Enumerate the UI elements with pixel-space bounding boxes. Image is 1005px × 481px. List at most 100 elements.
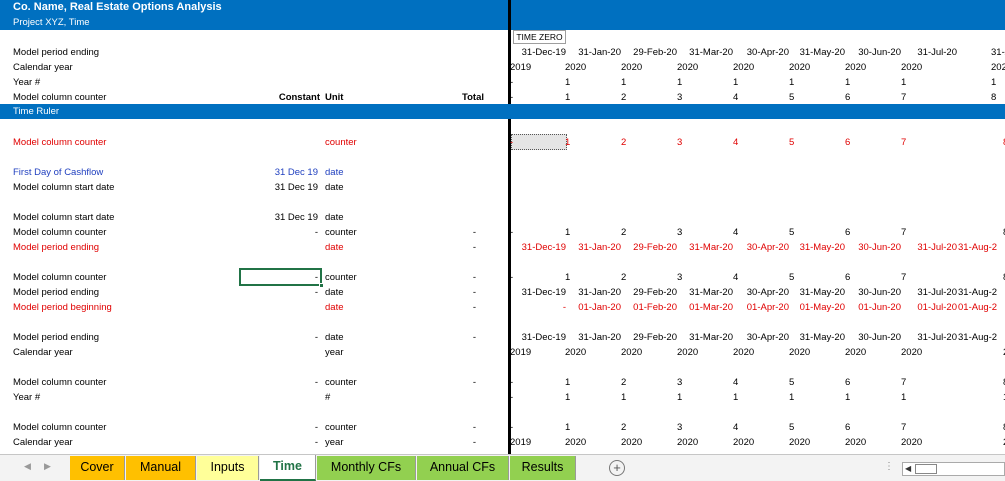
- project-subtitle: Project XYZ, Time: [13, 17, 90, 28]
- period-cell: 2019: [510, 437, 532, 448]
- period-cell: 31-Aug-2: [991, 47, 1005, 58]
- ellipsis-icon[interactable]: ⋮: [884, 461, 894, 472]
- period-cell: 29-Feb-20: [633, 332, 677, 343]
- period-cell: -: [562, 302, 566, 313]
- period-cell: 01-Jul-20: [917, 302, 957, 313]
- active-cell-selection[interactable]: [239, 268, 324, 288]
- period-cell: 7: [901, 92, 907, 103]
- period-cell: 01-May-20: [799, 302, 845, 313]
- period-cell: 5: [789, 92, 795, 103]
- unit-cell: #: [325, 392, 331, 403]
- unit-cell: date: [325, 212, 344, 223]
- period-cell: -: [510, 272, 514, 283]
- period-cell: 31-Jul-20: [917, 242, 957, 253]
- constant-cell: -: [314, 422, 318, 433]
- period-cell: 4: [733, 422, 739, 433]
- period-cell: 1: [565, 272, 571, 283]
- row-label: Model column counter: [13, 137, 107, 148]
- period-cell: 1: [565, 227, 571, 238]
- period-cell: 31-Mar-20: [689, 47, 733, 58]
- period-cell: 3: [677, 137, 683, 148]
- period-cell: 1: [901, 77, 907, 88]
- period-cell: 1: [565, 92, 571, 103]
- constant-cell: -: [314, 332, 318, 343]
- period-cell: 30-Apr-20: [746, 242, 789, 253]
- period-cell: 1: [733, 392, 739, 403]
- period-cell: 2: [621, 272, 627, 283]
- plus-circle-icon[interactable]: +: [609, 460, 625, 476]
- period-cell: 4: [733, 272, 739, 283]
- constant-cell: 31 Dec 19: [274, 167, 318, 178]
- period-cell: -: [510, 392, 514, 403]
- period-cell: 202: [957, 347, 1005, 358]
- period-cell: 31-Mar-20: [689, 332, 733, 343]
- period-cell: -: [510, 77, 514, 88]
- total-cell: -: [472, 227, 476, 238]
- period-cell: 01-Feb-20: [633, 302, 677, 313]
- scroll-thumb[interactable]: [915, 464, 937, 474]
- total-cell: -: [472, 302, 476, 313]
- period-cell: 3: [677, 227, 683, 238]
- period-cell: 2020: [733, 62, 755, 73]
- tab-cover[interactable]: Cover: [70, 456, 125, 480]
- period-cell: -: [510, 377, 514, 388]
- unit-column-header: Unit: [325, 92, 344, 103]
- period-cell: 30-Apr-20: [746, 47, 789, 58]
- row-label: Model period ending: [13, 332, 100, 343]
- total-cell: -: [472, 272, 476, 283]
- period-cell: 6: [845, 422, 851, 433]
- row-label: Model column counter: [13, 227, 107, 238]
- period-cell: 2020: [789, 437, 811, 448]
- period-cell: 3: [677, 422, 683, 433]
- period-cell: 6: [845, 92, 851, 103]
- period-cell: 1: [565, 377, 571, 388]
- period-cell: 31-Jan-20: [578, 287, 621, 298]
- tab-results[interactable]: Results: [510, 456, 576, 480]
- total-cell: -: [472, 437, 476, 448]
- period-cell: 01-Aug-2: [958, 302, 998, 313]
- period-cell: 1: [565, 422, 571, 433]
- period-cell: 8: [957, 227, 1005, 238]
- total-column-header: Total: [462, 92, 484, 103]
- period-cell: 1: [789, 392, 795, 403]
- period-cell: 2020: [845, 437, 867, 448]
- period-cell: 31-Dec-19: [521, 287, 566, 298]
- nav-next-icon[interactable]: ▶: [44, 461, 51, 472]
- period-cell: 31-Jul-20: [917, 332, 957, 343]
- fill-handle[interactable]: [319, 283, 324, 288]
- total-cell: -: [472, 377, 476, 388]
- unit-cell: counter: [325, 377, 357, 388]
- period-cell: 29-Feb-20: [633, 47, 677, 58]
- period-cell: 8: [957, 422, 1005, 433]
- period-cell: 3: [677, 92, 683, 103]
- row-label: Model period ending: [13, 242, 100, 253]
- period-cell: 5: [789, 272, 795, 283]
- tab-manual[interactable]: Manual: [126, 456, 196, 480]
- tab-inputs[interactable]: Inputs: [197, 456, 259, 480]
- period-cell: 2019: [510, 62, 532, 73]
- constant-column-header: Constant: [278, 92, 320, 103]
- tab-annual-cfs[interactable]: Annual CFs: [417, 456, 509, 480]
- scroll-left-icon[interactable]: ◀: [905, 464, 911, 473]
- period-cell: -: [510, 422, 514, 433]
- period-cell: 30-Apr-20: [746, 287, 789, 298]
- horizontal-scrollbar[interactable]: ◀: [902, 462, 1005, 476]
- nav-prev-icon[interactable]: ◀: [24, 461, 31, 472]
- period-cell: 31-Jan-20: [578, 242, 621, 253]
- period-cell: 31-Dec-19: [521, 242, 566, 253]
- period-cell: 1: [677, 392, 683, 403]
- period-cell: 1: [621, 392, 627, 403]
- row-label: Year #: [13, 392, 41, 403]
- period-cell: 5: [789, 227, 795, 238]
- unit-cell: date: [325, 167, 344, 178]
- period-cell: 1: [991, 77, 997, 88]
- period-cell: 1: [789, 77, 795, 88]
- tab-monthly-cfs[interactable]: Monthly CFs: [317, 456, 416, 480]
- tab-time[interactable]: Time: [260, 455, 316, 481]
- period-cell: 3: [677, 272, 683, 283]
- period-cell: 2020: [621, 437, 643, 448]
- period-cell: 31-May-20: [799, 47, 845, 58]
- row-label: Year #: [13, 77, 41, 88]
- period-cell: 30-Apr-20: [746, 332, 789, 343]
- period-cell: 202: [991, 62, 1005, 73]
